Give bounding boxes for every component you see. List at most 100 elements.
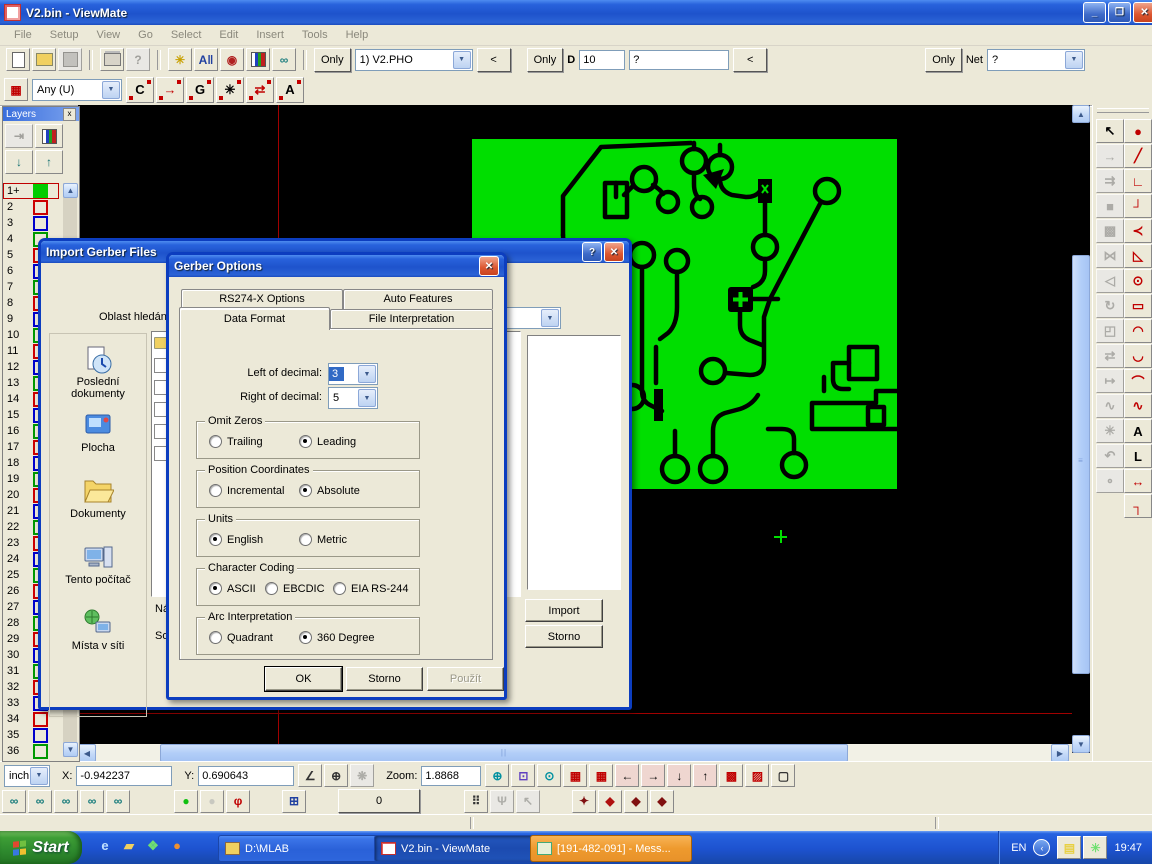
place-documents[interactable]: Dokumenty xyxy=(70,476,126,542)
view-dcodes-button[interactable]: ∞ xyxy=(2,790,26,813)
language-indicator[interactable]: EN xyxy=(1011,842,1026,854)
anchor-button[interactable]: Ψ xyxy=(490,790,514,813)
step-repeat-tool-button[interactable]: ∿ xyxy=(1096,394,1124,418)
draw-arc-cw-tool-button[interactable]: ◡ xyxy=(1124,344,1152,368)
sel-flash-button[interactable]: ✳ xyxy=(216,77,244,103)
scroll-right-button[interactable]: ▶ xyxy=(1051,744,1069,762)
task-dmlab[interactable]: D:\MLAB xyxy=(218,835,380,862)
radio-english[interactable]: English xyxy=(209,533,263,546)
group-tool-button[interactable]: ∘ xyxy=(1096,469,1124,493)
units-combo[interactable]: inch ▼ xyxy=(4,765,50,787)
import-button[interactable]: Import xyxy=(525,599,603,622)
gerber-options-titlebar[interactable]: Gerber Options ✕ xyxy=(169,255,504,277)
vertical-scrollbar[interactable]: ▲ ≡ ▼ xyxy=(1072,105,1090,753)
radio-icon[interactable] xyxy=(333,582,346,595)
right-of-decimal-combo[interactable]: 5 ▼ xyxy=(328,387,378,409)
radio-icon[interactable] xyxy=(299,631,312,644)
scale-tool-button[interactable]: ◰ xyxy=(1096,319,1124,343)
tray-icq-button[interactable]: ✳ xyxy=(1083,836,1107,859)
pointer-tool-button[interactable]: ↖ xyxy=(1096,119,1124,143)
chevron-down-icon[interactable]: ▼ xyxy=(102,81,120,99)
layer-color-swatch[interactable] xyxy=(33,728,48,743)
folder-launcher-button[interactable]: ▰ xyxy=(120,835,138,856)
menu-help[interactable]: Help xyxy=(338,27,377,43)
radio-quadrant[interactable]: Quadrant xyxy=(209,631,273,644)
context-help-button[interactable]: ? xyxy=(126,48,150,71)
pan-right-button[interactable]: → xyxy=(641,764,665,787)
firefox-launcher-button[interactable]: ● xyxy=(168,835,186,856)
view-flashes-button[interactable]: ∞ xyxy=(54,790,78,813)
minimize-button[interactable]: _ xyxy=(1083,2,1106,23)
draw-text-tool-button[interactable]: A xyxy=(1124,419,1152,443)
highlight-on-button[interactable]: ● xyxy=(174,790,198,813)
mirror-tool-button[interactable]: ⋈ xyxy=(1096,244,1124,268)
radio-icon[interactable] xyxy=(209,484,222,497)
sel-swap-button[interactable]: ⇄ xyxy=(246,77,274,103)
grid-frame-button[interactable]: ▦ xyxy=(563,764,587,787)
draw-label-tool-button[interactable]: L xyxy=(1124,444,1152,468)
draw-spline-tool-button[interactable]: ∿ xyxy=(1124,394,1152,418)
layer-up-button[interactable]: ↑ xyxy=(35,150,63,174)
tab-file-interpretation[interactable]: File Interpretation xyxy=(330,309,493,329)
radio-absolute[interactable]: Absolute xyxy=(299,484,360,497)
menu-setup[interactable]: Setup xyxy=(42,27,87,43)
new-file-button[interactable] xyxy=(6,48,30,71)
place-recent-documents[interactable]: Poslední dokumenty xyxy=(50,344,146,410)
only-dcode-button[interactable]: Only xyxy=(527,48,564,72)
probe-button[interactable]: φ xyxy=(226,790,250,813)
help-launcher-button[interactable]: ❖ xyxy=(144,835,162,856)
chevron-down-icon[interactable]: ▼ xyxy=(1065,51,1083,69)
dcode-input[interactable] xyxy=(579,50,625,70)
radio-eia-rs244[interactable]: EIA RS-244 xyxy=(333,582,408,595)
layers-panel-titlebar[interactable]: Layers x xyxy=(3,107,79,121)
menu-insert[interactable]: Insert xyxy=(248,27,292,43)
draw-rect-tool-button[interactable]: ▭ xyxy=(1124,294,1152,318)
ie-launcher-button[interactable]: e xyxy=(96,835,114,856)
layer-row-1+[interactable]: 1+ xyxy=(3,183,59,199)
collapse-tray-icon[interactable]: ‹ xyxy=(1033,839,1050,856)
radio-icon[interactable] xyxy=(209,435,222,448)
dcode-query-input[interactable] xyxy=(629,50,729,70)
radio-ascii[interactable]: ASCII xyxy=(209,582,256,595)
only-net-button[interactable]: Only xyxy=(925,48,962,72)
scroll-up-button[interactable]: ▲ xyxy=(63,183,78,198)
prev-dcode-button[interactable]: < xyxy=(733,48,767,72)
place-network[interactable]: Místa v síti xyxy=(72,608,125,674)
tab-data-format[interactable]: Data Format xyxy=(179,307,330,330)
scroll-down-button[interactable]: ▼ xyxy=(1072,735,1090,753)
radio-leading[interactable]: Leading xyxy=(299,435,356,448)
close-icon[interactable]: ✕ xyxy=(604,242,624,262)
tile-windows-button[interactable]: ⊞ xyxy=(282,790,306,813)
radio-icon[interactable] xyxy=(265,582,278,595)
grid-step-field[interactable]: 0 xyxy=(338,789,420,813)
menu-tools[interactable]: Tools xyxy=(294,27,336,43)
print-button[interactable] xyxy=(100,48,124,71)
save-file-button[interactable] xyxy=(58,48,82,71)
close-icon[interactable]: ✕ xyxy=(479,256,499,276)
shear-tool-button[interactable]: ◁ xyxy=(1096,269,1124,293)
layer-down-button[interactable]: ↓ xyxy=(5,150,33,174)
zoom-window-button[interactable]: ⊡ xyxy=(511,764,535,787)
sel-trace-button[interactable]: → xyxy=(156,77,184,103)
menu-select[interactable]: Select xyxy=(163,27,210,43)
flash-find-button[interactable]: ✳ xyxy=(168,48,192,71)
open-file-button[interactable] xyxy=(32,48,56,71)
filter-combo[interactable]: Any (U) ▼ xyxy=(32,79,122,101)
layer-row-35[interactable]: 35 xyxy=(3,727,59,743)
replace-tool-button[interactable]: ↦ xyxy=(1096,369,1124,393)
prev-layer-button[interactable]: < xyxy=(477,48,511,72)
layer-row-36[interactable]: 36 xyxy=(3,743,59,759)
measure-angle-button[interactable]: ∠ xyxy=(298,764,322,787)
radio-icon[interactable] xyxy=(209,631,222,644)
restore-button[interactable]: ❐ xyxy=(1108,2,1131,23)
x-coordinate-field[interactable] xyxy=(76,766,172,786)
zoom-out-button[interactable]: ⊙ xyxy=(537,764,561,787)
view-pads-button[interactable]: ∞ xyxy=(80,790,104,813)
layer-color-swatch[interactable] xyxy=(33,216,48,231)
chevron-down-icon[interactable]: ▼ xyxy=(358,389,376,407)
storno-button[interactable]: Storno xyxy=(346,667,423,691)
scroll-down-button[interactable]: ▼ xyxy=(63,742,78,757)
y-coordinate-field[interactable] xyxy=(198,766,294,786)
snap-grid-button[interactable]: ⠿ xyxy=(464,790,488,813)
radio-metric[interactable]: Metric xyxy=(299,533,347,546)
